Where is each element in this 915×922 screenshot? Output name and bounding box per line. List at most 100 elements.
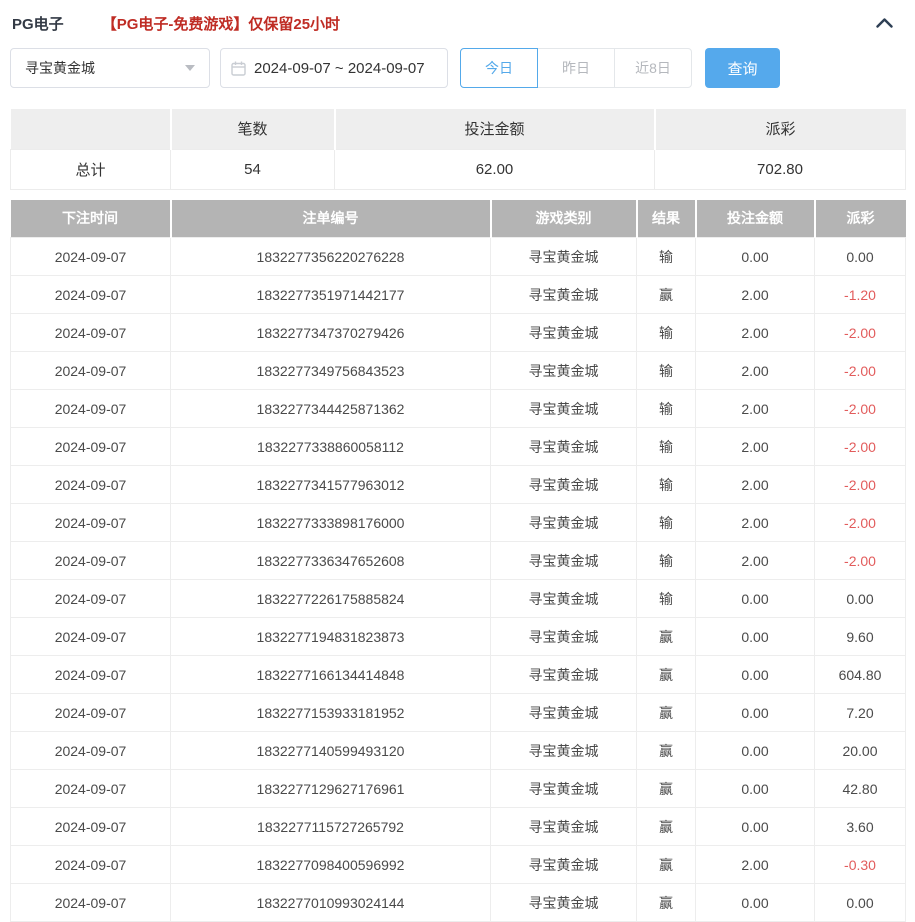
chevron-up-icon [876,18,893,28]
cell-bet-amount: 2.00 [696,314,815,352]
cell-result: 输 [637,466,696,504]
table-row: 2024-09-071832277115727265792寻宝黄金城赢0.003… [11,808,906,846]
cell-payout: -2.00 [815,428,906,466]
summary-header-count: 笔数 [171,109,335,149]
game-select-value: 寻宝黄金城 [25,58,95,78]
table-row: 2024-09-071832277333898176000寻宝黄金城输2.00-… [11,504,906,542]
cell-bet-amount: 0.00 [696,238,815,276]
cell-game-type: 寻宝黄金城 [491,656,637,694]
table-row: 2024-09-071832277351971442177寻宝黄金城赢2.00-… [11,276,906,314]
summary-total-count: 54 [171,149,335,189]
cell-bet-amount: 2.00 [696,846,815,884]
game-select[interactable]: 寻宝黄金城 [10,48,210,88]
cell-game-type: 寻宝黄金城 [491,808,637,846]
cell-game-type: 寻宝黄金城 [491,618,637,656]
cell-bet-amount: 2.00 [696,428,815,466]
cell-payout: -2.00 [815,542,906,580]
table-row: 2024-09-071832277336347652608寻宝黄金城输2.00-… [11,542,906,580]
quick-button-today[interactable]: 今日 [460,48,538,88]
cell-bet-time: 2024-09-07 [11,314,171,352]
cell-result: 赢 [637,656,696,694]
cell-bet-amount: 0.00 [696,770,815,808]
cell-payout: 9.60 [815,618,906,656]
summary-header-bet-amount: 投注金额 [335,109,655,149]
cell-result: 赢 [637,846,696,884]
cell-bet-time: 2024-09-07 [11,618,171,656]
cell-order-id: 1832277140599493120 [171,732,491,770]
cell-payout: -2.00 [815,352,906,390]
date-range-input[interactable]: 2024-09-07 ~ 2024-09-07 [220,48,448,88]
cell-payout: -2.00 [815,390,906,428]
bet-table: 下注时间 注单编号 游戏类别 结果 投注金额 派彩 2024-09-071832… [10,200,906,922]
summary-total-row: 总计 54 62.00 702.80 [11,149,906,189]
cell-order-id: 1832277338860058112 [171,428,491,466]
collapse-button[interactable] [871,12,897,34]
cell-order-id: 1832277115727265792 [171,808,491,846]
cell-bet-amount: 2.00 [696,504,815,542]
cell-order-id: 1832277344425871362 [171,390,491,428]
table-row: 2024-09-071832277344425871362寻宝黄金城输2.00-… [11,390,906,428]
cell-bet-time: 2024-09-07 [11,694,171,732]
cell-result: 赢 [637,276,696,314]
cell-result: 输 [637,428,696,466]
notice-text: 【PG电子-免费游戏】仅保留25小时 [102,13,340,34]
cell-payout: -2.00 [815,314,906,352]
cell-game-type: 寻宝黄金城 [491,504,637,542]
cell-game-type: 寻宝黄金城 [491,466,637,504]
cell-result: 赢 [637,732,696,770]
cell-bet-time: 2024-09-07 [11,884,171,922]
quick-button-last8days[interactable]: 近8日 [614,48,692,88]
table-row: 2024-09-071832277129627176961寻宝黄金城赢0.004… [11,770,906,808]
title-bar: PG电子 【PG电子-免费游戏】仅保留25小时 [10,10,905,34]
cell-bet-amount: 0.00 [696,732,815,770]
cell-order-id: 1832277226175885824 [171,580,491,618]
cell-payout: 604.80 [815,656,906,694]
table-row: 2024-09-071832277166134414848寻宝黄金城赢0.006… [11,656,906,694]
bet-table-header-row: 下注时间 注单编号 游戏类别 结果 投注金额 派彩 [11,200,906,238]
cell-bet-time: 2024-09-07 [11,770,171,808]
cell-bet-amount: 2.00 [696,542,815,580]
table-row: 2024-09-071832277098400596992寻宝黄金城赢2.00-… [11,846,906,884]
header-game-type: 游戏类别 [491,200,637,238]
cell-game-type: 寻宝黄金城 [491,770,637,808]
summary-total-payout: 702.80 [655,149,906,189]
cell-bet-amount: 0.00 [696,808,815,846]
cell-bet-time: 2024-09-07 [11,276,171,314]
cell-bet-time: 2024-09-07 [11,580,171,618]
quick-button-yesterday[interactable]: 昨日 [537,48,615,88]
cell-bet-amount: 0.00 [696,694,815,732]
cell-result: 输 [637,504,696,542]
cell-game-type: 寻宝黄金城 [491,276,637,314]
cell-order-id: 1832277129627176961 [171,770,491,808]
cell-result: 输 [637,580,696,618]
search-button[interactable]: 查询 [705,48,780,88]
cell-game-type: 寻宝黄金城 [491,238,637,276]
table-row: 2024-09-071832277226175885824寻宝黄金城输0.000… [11,580,906,618]
cell-order-id: 1832277349756843523 [171,352,491,390]
date-range-value: 2024-09-07 ~ 2024-09-07 [254,60,425,77]
cell-result: 输 [637,390,696,428]
cell-payout: -2.00 [815,466,906,504]
table-row: 2024-09-071832277194831823873寻宝黄金城赢0.009… [11,618,906,656]
cell-result: 赢 [637,808,696,846]
cell-payout: -1.20 [815,276,906,314]
cell-payout: 42.80 [815,770,906,808]
chevron-down-icon [185,65,195,71]
cell-bet-time: 2024-09-07 [11,352,171,390]
table-row: 2024-09-071832277347370279426寻宝黄金城输2.00-… [11,314,906,352]
cell-order-id: 1832277333898176000 [171,504,491,542]
cell-game-type: 寻宝黄金城 [491,580,637,618]
table-row: 2024-09-071832277140599493120寻宝黄金城赢0.002… [11,732,906,770]
cell-payout: 7.20 [815,694,906,732]
summary-table: 笔数 投注金额 派彩 总计 54 62.00 702.80 [10,109,906,190]
cell-result: 输 [637,238,696,276]
cell-result: 输 [637,314,696,352]
cell-order-id: 1832277194831823873 [171,618,491,656]
cell-bet-amount: 0.00 [696,884,815,922]
cell-result: 输 [637,352,696,390]
bet-table-body: 2024-09-071832277356220276228寻宝黄金城输0.000… [11,238,906,922]
cell-bet-time: 2024-09-07 [11,428,171,466]
cell-bet-amount: 0.00 [696,580,815,618]
cell-order-id: 1832277351971442177 [171,276,491,314]
cell-bet-amount: 0.00 [696,618,815,656]
